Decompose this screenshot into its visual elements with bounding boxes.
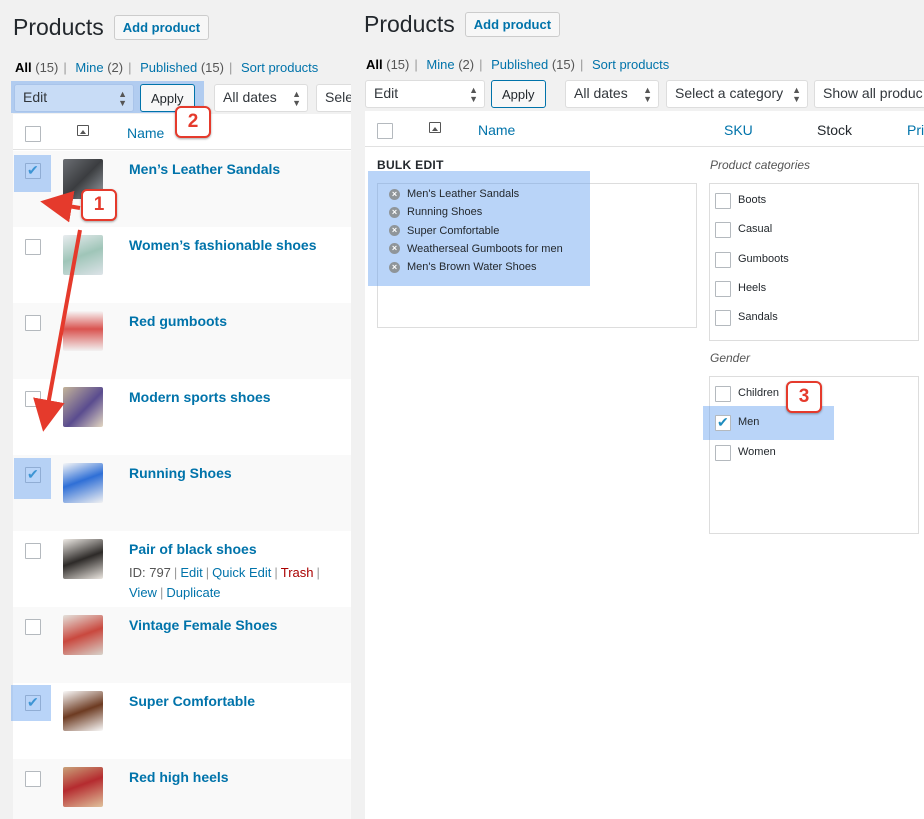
arrow-to-first-checkbox	[40, 190, 81, 223]
step-badge-3: 3	[786, 381, 822, 413]
step-badge-1: 1	[81, 189, 117, 221]
arrow-to-running-shoes-checkbox	[33, 229, 82, 432]
step-badge-2: 2	[175, 106, 211, 138]
annotation-arrows	[33, 190, 82, 432]
